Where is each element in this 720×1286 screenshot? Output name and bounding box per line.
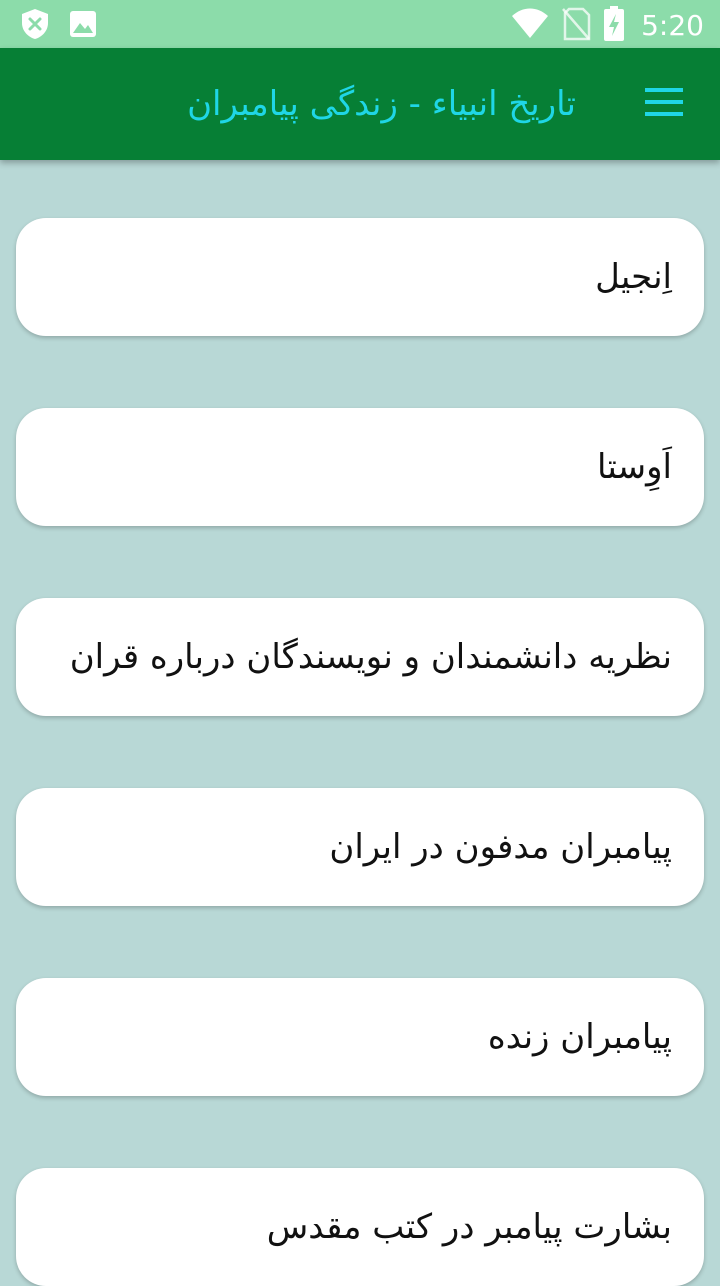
list-item[interactable]: پیامبران زنده: [16, 978, 704, 1096]
list-item-label: بشارت پیامبر در کتب مقدس: [266, 1207, 672, 1247]
hamburger-menu-icon: [645, 88, 683, 120]
list-item-label: پیامبران مدفون در ایران: [329, 827, 672, 867]
list-item-label: اَوِستا: [597, 447, 672, 487]
battery-charging-icon: [603, 6, 625, 46]
app-bar: تاریخ انبیاء - زندگی پیامبران: [0, 48, 720, 160]
list-item-label: پیامبران زنده: [487, 1017, 672, 1057]
list-item[interactable]: نظریه دانشمندان و نویسندگان درباره قران: [16, 598, 704, 716]
menu-button[interactable]: [628, 80, 700, 128]
list-item[interactable]: اَوِستا: [16, 408, 704, 526]
status-left-icons: [20, 8, 98, 44]
list-item[interactable]: بشارت پیامبر در کتب مقدس: [16, 1168, 704, 1286]
status-bar: 5:20: [0, 0, 720, 48]
list-item[interactable]: اِنجیل: [16, 218, 704, 336]
status-right-icons: 5:20: [511, 6, 704, 46]
image-icon: [68, 9, 98, 43]
list-item-label: اِنجیل: [595, 257, 672, 297]
app-title: تاریخ انبیاء - زندگی پیامبران: [187, 84, 576, 124]
status-time: 5:20: [641, 9, 704, 42]
no-sim-icon: [561, 7, 591, 45]
shield-x-icon: [20, 8, 50, 44]
list-item-label: نظریه دانشمندان و نویسندگان درباره قران: [69, 637, 672, 677]
wifi-icon: [511, 8, 549, 44]
list-item[interactable]: پیامبران مدفون در ایران: [16, 788, 704, 906]
